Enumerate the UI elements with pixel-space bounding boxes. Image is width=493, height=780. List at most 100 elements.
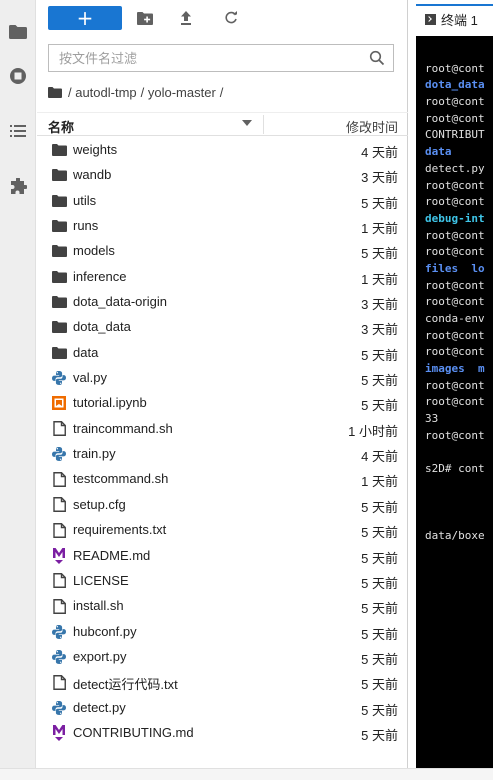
- python-icon: [51, 370, 67, 386]
- column-modified[interactable]: 修改时间: [346, 117, 398, 136]
- column-name[interactable]: 名称: [48, 117, 74, 136]
- file-modified: 3 天前: [361, 170, 398, 186]
- file-icon: [51, 573, 67, 589]
- new-folder-icon[interactable]: [135, 8, 155, 28]
- file-modified: 4 天前: [361, 145, 398, 160]
- terminal-line: root@cont: [425, 95, 485, 109]
- file-modified: 5 天前: [361, 525, 398, 541]
- folder-icon: [51, 167, 67, 183]
- file-row[interactable]: dota_data-origin 3 天前: [37, 289, 408, 314]
- folder-icon: [51, 294, 67, 310]
- terminal-line: root@cont: [425, 395, 485, 409]
- file-name: testcommand.sh: [73, 471, 169, 487]
- file-modified: 1 小时前: [348, 423, 398, 439]
- markdown-icon: [51, 724, 67, 741]
- file-row[interactable]: testcommand.sh 1 天前: [37, 466, 408, 491]
- file-name: CONTRIBUTING.md: [73, 724, 194, 740]
- terminal-line: root@cont: [425, 295, 485, 309]
- file-row[interactable]: dota_data 3 天前: [37, 314, 408, 339]
- file-row[interactable]: hubconf.py 5 天前: [37, 619, 408, 644]
- file-row[interactable]: runs 1 天前: [37, 213, 408, 238]
- file-row[interactable]: install.sh 5 天前: [37, 593, 408, 618]
- file-modified: 5 天前: [361, 550, 398, 566]
- file-name: setup.cfg: [73, 496, 126, 512]
- extension-icon[interactable]: [0, 169, 36, 205]
- file-modified: 5 天前: [361, 575, 398, 591]
- file-icon: [51, 471, 67, 487]
- file-name: LICENSE: [73, 572, 129, 588]
- file-name: val.py: [73, 370, 107, 386]
- terminal-line: root@cont: [425, 328, 485, 342]
- list-icon[interactable]: [0, 113, 36, 149]
- terminal-tab-label: 终端 1: [441, 12, 478, 28]
- terminal-line: conda-env: [425, 312, 485, 325]
- terminal-line: root@cont: [425, 378, 485, 392]
- file-name: wandb: [73, 167, 112, 183]
- breadcrumb-separator: /: [219, 84, 224, 100]
- file-modified: 5 天前: [361, 601, 398, 617]
- file-row[interactable]: CONTRIBUTING.md 5 天前: [37, 720, 408, 745]
- folder-icon: [51, 243, 67, 259]
- terminal-line: s2D# cont: [425, 462, 485, 476]
- terminal-line: root@cont: [425, 178, 485, 192]
- filter-input[interactable]: [49, 45, 349, 71]
- file-name: README.md: [73, 547, 151, 563]
- file-modified: 5 天前: [361, 702, 398, 718]
- file-name: export.py: [73, 648, 127, 664]
- file-row[interactable]: models 5 天前: [37, 238, 408, 263]
- terminal-icon: [425, 13, 436, 25]
- file-row[interactable]: requirements.txt 5 天前: [37, 517, 408, 542]
- home-folder-icon[interactable]: [48, 86, 62, 98]
- folder-icon[interactable]: [0, 14, 36, 50]
- file-row[interactable]: tutorial.ipynb 5 天前: [37, 390, 408, 415]
- file-row[interactable]: train.py 4 天前: [37, 441, 408, 466]
- folder-icon: [51, 319, 67, 335]
- terminal-line: root@cont: [425, 111, 485, 125]
- file-name: detect运行代码.txt: [73, 677, 178, 693]
- breadcrumb-autodl-tmp[interactable]: / autodl-tmp: [68, 85, 137, 100]
- file-icon: [51, 598, 67, 614]
- folder-icon: [51, 193, 67, 209]
- file-row[interactable]: detect.py 5 天前: [37, 695, 408, 720]
- file-row[interactable]: weights 4 天前: [37, 137, 408, 162]
- notebook-icon: [51, 395, 67, 411]
- file-modified: 5 天前: [361, 626, 398, 642]
- file-row[interactable]: setup.cfg 5 天前: [37, 492, 408, 517]
- file-name: hubconf.py: [73, 623, 137, 639]
- file-row[interactable]: detect运行代码.txt 5 天前: [37, 669, 408, 694]
- file-modified: 5 天前: [361, 499, 398, 515]
- file-row[interactable]: utils 5 天前: [37, 188, 408, 213]
- file-list-header: 名称 修改时间: [37, 112, 408, 136]
- file-row[interactable]: README.md 5 天前: [37, 543, 408, 568]
- terminal-line: data/boxe: [425, 528, 485, 542]
- sort-down-icon[interactable]: [242, 120, 252, 126]
- refresh-icon[interactable]: [221, 8, 241, 28]
- file-modified: 4 天前: [361, 449, 398, 465]
- search-icon[interactable]: [369, 50, 385, 66]
- file-row[interactable]: export.py 5 天前: [37, 644, 408, 669]
- file-name: weights: [73, 142, 118, 157]
- terminal-line: root@cont: [425, 428, 485, 442]
- file-name: train.py: [73, 446, 116, 462]
- python-icon: [51, 649, 67, 665]
- file-row[interactable]: traincommand.sh 1 小时前: [37, 416, 408, 441]
- tab-terminal-1[interactable]: 终端 1: [416, 4, 493, 32]
- terminal-output[interactable]: root@cont dota_data root@cont root@cont CONT…: [416, 36, 493, 768]
- column-divider[interactable]: [263, 115, 264, 134]
- upload-icon[interactable]: [176, 8, 196, 28]
- new-launcher-button[interactable]: +: [48, 6, 122, 30]
- breadcrumb-yolo-master[interactable]: / yolo-master: [141, 85, 216, 100]
- running-icon[interactable]: [0, 58, 36, 94]
- terminal-line: root@cont: [425, 245, 485, 259]
- file-row[interactable]: val.py 5 天前: [37, 365, 408, 390]
- file-row[interactable]: inference 1 天前: [37, 264, 408, 289]
- file-row[interactable]: wandb 3 天前: [37, 162, 408, 187]
- terminal-area: 终端 1 root@cont dota_data root@cont root@con…: [416, 0, 493, 780]
- file-row[interactable]: LICENSE 5 天前: [37, 568, 408, 593]
- terminal-line: root@cont: [425, 345, 485, 359]
- file-modified: 5 天前: [361, 373, 398, 389]
- file-name: install.sh: [73, 598, 124, 614]
- file-row[interactable]: data 5 天前: [37, 340, 408, 365]
